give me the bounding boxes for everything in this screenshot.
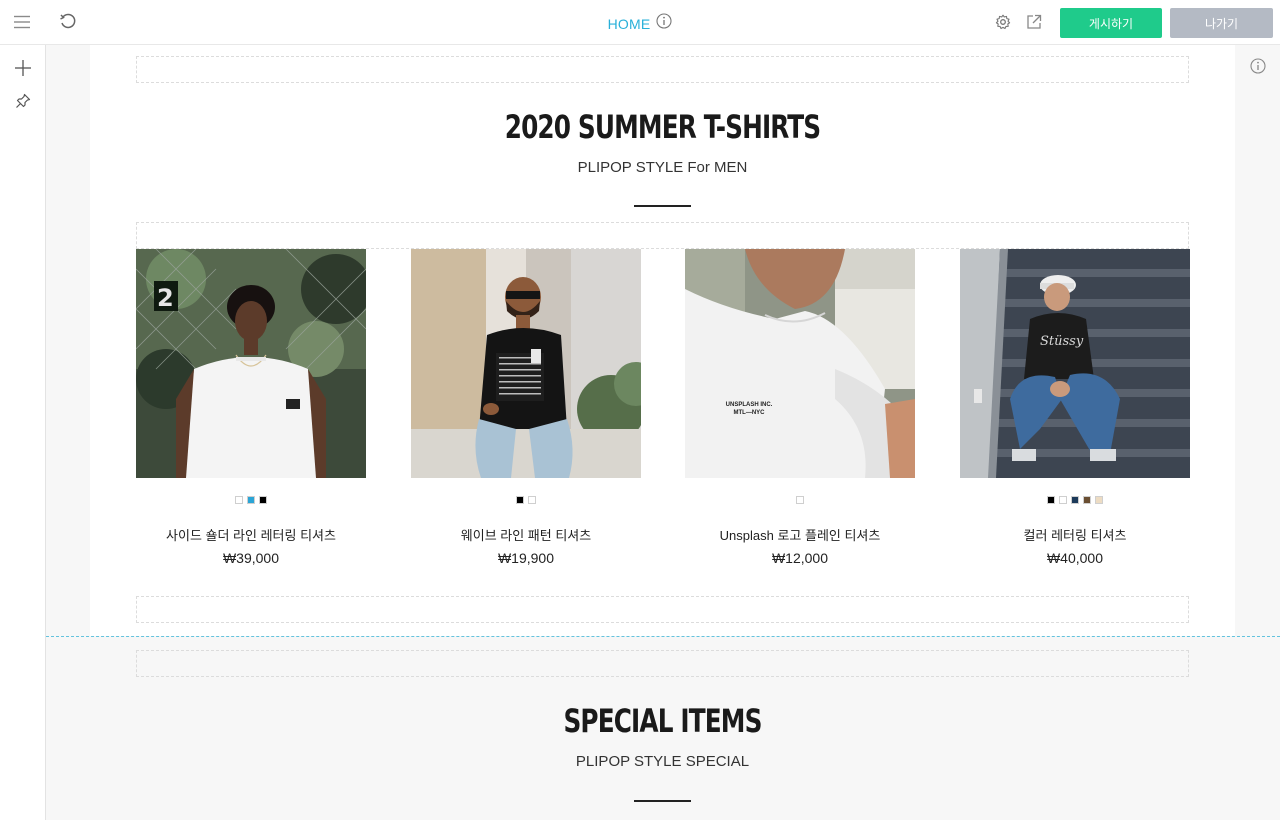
product-image[interactable] (411, 249, 641, 478)
info-icon[interactable] (656, 13, 672, 34)
product-price: ₩40,000 (1046, 550, 1104, 566)
section-title: SPECIAL ITEMS (563, 702, 762, 740)
svg-text:Stüssy: Stüssy (1040, 334, 1084, 349)
product-name[interactable]: 컬러 레터링 티셔츠 (960, 525, 1190, 544)
color-swatch[interactable] (528, 496, 536, 504)
undo-icon[interactable] (57, 11, 79, 33)
exit-button[interactable]: 나가기 (1170, 8, 1273, 38)
section-subtitle: PLIPOP STYLE SPECIAL (575, 753, 750, 770)
product-price: ₩12,000 (771, 550, 829, 566)
plus-icon[interactable] (12, 57, 34, 79)
product-card[interactable]: Stüssy 컬러 레터링 티셔츠 ₩40,000 (960, 249, 1190, 566)
shirt-print-line: UNSPLASH INC. (725, 402, 773, 408)
color-swatch[interactable] (235, 496, 243, 504)
color-swatch[interactable] (1059, 496, 1067, 504)
product-image[interactable]: 2 (136, 249, 366, 478)
block-placeholder[interactable] (136, 222, 1189, 249)
shirt-print-line: MTL—NYC (733, 410, 765, 416)
section-special-items[interactable]: SPECIAL ITEMS PLIPOP STYLE SPECIAL (90, 637, 1235, 820)
svg-text:2: 2 (157, 284, 174, 312)
color-swatch[interactable] (1095, 496, 1103, 504)
color-swatch[interactable] (796, 496, 804, 504)
product-name[interactable]: 웨이브 라인 패턴 티셔츠 (411, 525, 641, 544)
section-summer-tshirts[interactable]: 2020 SUMMER T-SHIRTS PLIPOP STYLE For ME… (90, 45, 1235, 636)
product-image[interactable]: UNSPLASH INC. MTL—NYC (685, 249, 915, 478)
section-subtitle: PLIPOP STYLE For MEN (577, 159, 748, 176)
external-link-icon[interactable] (1023, 11, 1045, 33)
publish-button[interactable]: 게시하기 (1060, 8, 1162, 38)
block-placeholder[interactable] (136, 650, 1189, 677)
shirt-print: UNSPLASH INC. MTL—NYC (713, 401, 785, 417)
color-swatches (685, 496, 915, 504)
page-title[interactable]: HOME (608, 16, 651, 32)
page-selector[interactable]: HOME (608, 13, 673, 34)
color-swatch[interactable] (516, 496, 524, 504)
block-placeholder[interactable] (136, 56, 1189, 83)
color-swatch[interactable] (1071, 496, 1079, 504)
product-name[interactable]: Unsplash 로고 플레인 티셔츠 (685, 525, 915, 544)
product-card[interactable]: 웨이브 라인 패턴 티셔츠 ₩19,900 (411, 249, 641, 566)
color-swatch[interactable] (259, 496, 267, 504)
block-placeholder[interactable] (136, 596, 1189, 623)
title-divider (634, 205, 691, 207)
color-swatches (411, 496, 641, 504)
color-swatch[interactable] (1083, 496, 1091, 504)
title-divider (634, 800, 691, 802)
color-swatch[interactable] (1047, 496, 1055, 504)
product-card[interactable]: UNSPLASH INC. MTL—NYC Unsplash 로고 플레인 티셔… (685, 249, 915, 566)
pin-icon[interactable] (12, 90, 34, 112)
color-swatch[interactable] (247, 496, 255, 504)
left-toolbar (0, 45, 46, 820)
color-swatches (960, 496, 1190, 504)
menu-icon[interactable] (11, 11, 33, 33)
section-title: 2020 SUMMER T-SHIRTS (504, 108, 821, 146)
section-boundary (46, 636, 1280, 637)
product-price: ₩39,000 (222, 550, 280, 566)
product-image[interactable]: Stüssy (960, 249, 1190, 478)
editor-toolbar: HOME 게시하기 나가기 (0, 0, 1280, 45)
gear-icon[interactable] (992, 11, 1014, 33)
info-icon[interactable] (1247, 55, 1269, 77)
color-swatches (136, 496, 366, 504)
product-card[interactable]: 2 사이드 숄더 라인 레터링 티셔츠 ₩39,000 (136, 249, 366, 566)
product-name[interactable]: 사이드 숄더 라인 레터링 티셔츠 (136, 525, 366, 544)
product-price: ₩19,900 (497, 550, 555, 566)
